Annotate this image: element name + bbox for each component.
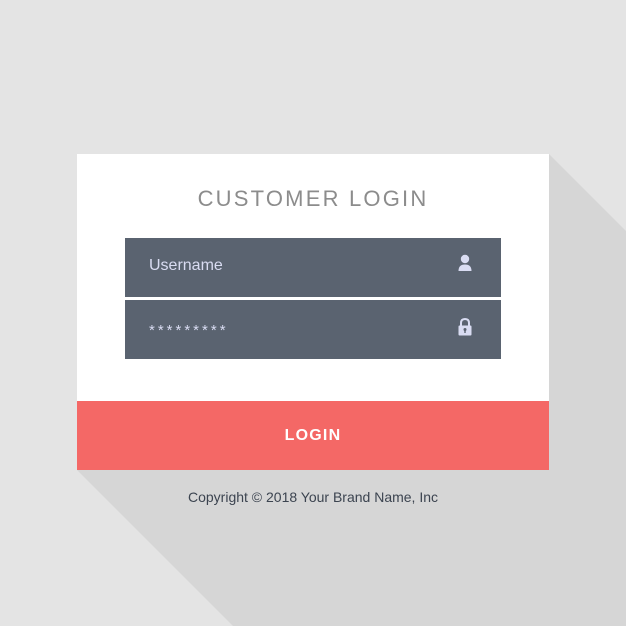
copyright-text: Copyright © 2018 Your Brand Name, Inc — [187, 489, 439, 505]
lock-icon — [458, 317, 472, 336]
username-placeholder: Username — [149, 257, 223, 274]
username-field[interactable]: Username — [125, 238, 501, 297]
user-icon — [458, 254, 472, 271]
login-button[interactable]: LOGIN — [77, 401, 549, 470]
password-value: ********* — [149, 322, 229, 339]
login-title: CUSTOMER LOGIN — [197, 186, 429, 211]
password-field[interactable]: ********* — [125, 300, 501, 359]
